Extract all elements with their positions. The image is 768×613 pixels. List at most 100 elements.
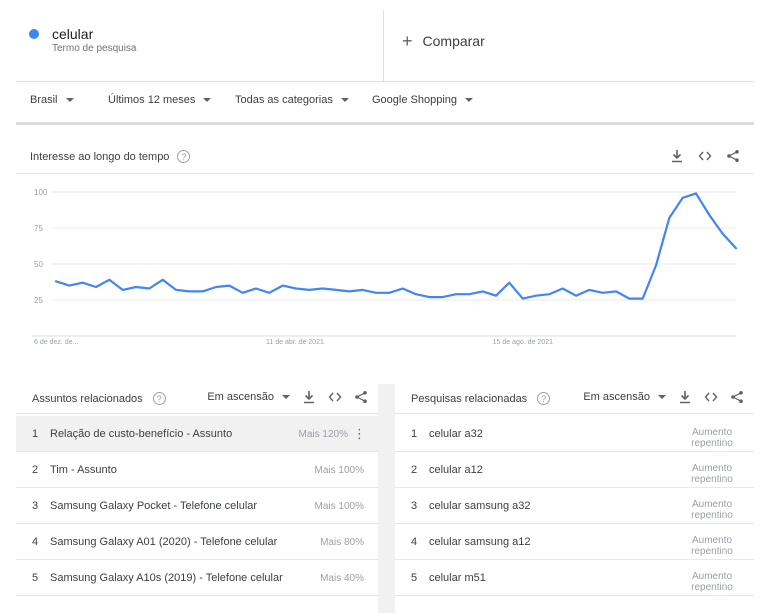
caret-down-icon — [203, 98, 212, 102]
compare-label: Comparar — [422, 33, 485, 49]
item-label: Relação de custo-benefício - Assunto — [50, 428, 233, 440]
queries-mode-label: Em ascensão — [583, 391, 650, 403]
list-item[interactable]: 4 celular samsung a12 Aumento repentino — [395, 524, 754, 560]
help-icon[interactable]: ? — [177, 150, 191, 163]
more-vert-icon[interactable]: ⋮ — [353, 427, 366, 440]
term-subtitle: Termo de pesquisa — [52, 43, 137, 54]
caret-down-icon — [282, 395, 290, 399]
caret-down-icon — [65, 98, 74, 102]
queries-mode-dropdown[interactable]: Em ascensão — [583, 391, 666, 403]
item-value: Mais 100% — [314, 501, 364, 512]
embed-icon[interactable] — [698, 149, 712, 163]
interest-title-wrap: Interesse ao longo do tempo ? — [30, 150, 191, 163]
item-value: Mais 120% — [298, 429, 348, 440]
search-term-bar: celular Termo de pesquisa + Comparar — [16, 10, 754, 82]
filter-category-label: Todas as categorias — [235, 94, 333, 106]
item-value-line2: repentino — [691, 474, 733, 485]
related-topics-title: Assuntos relacionados — [32, 392, 143, 405]
list-item[interactable]: 1 Relação de custo-benefício - Assunto M… — [16, 416, 378, 452]
caret-down-icon — [658, 395, 666, 399]
item-label: celular m51 — [429, 572, 486, 584]
plus-icon: + — [402, 31, 413, 51]
related-queries-controls: Em ascensão — [583, 390, 744, 404]
list-item[interactable]: 5 Samsung Galaxy A10s (2019) - Telefone … — [16, 560, 378, 596]
list-item[interactable]: 1 celular a32 Aumento repentino — [395, 416, 754, 452]
related-queries-title: Pesquisas relacionadas — [411, 392, 528, 405]
item-rank: 1 — [32, 428, 39, 440]
interest-line-chart: 100 75 50 25 6 de dez. de... 11 de abr. de 20… — [32, 188, 738, 346]
search-term-card[interactable]: celular Termo de pesquisa — [16, 10, 384, 82]
list-item[interactable]: 4 Samsung Galaxy A01 (2020) - Telefone c… — [16, 524, 378, 560]
item-value-line1: Aumento — [691, 535, 733, 546]
embed-icon[interactable] — [328, 390, 342, 404]
item-label: Tim - Assunto — [50, 464, 117, 476]
list-item[interactable]: 3 Samsung Galaxy Pocket - Telefone celul… — [16, 488, 378, 524]
item-value-line2: repentino — [691, 438, 733, 449]
item-label: celular a32 — [429, 428, 483, 440]
help-icon[interactable]: ? — [152, 392, 166, 405]
item-value: Aumento repentino — [682, 571, 742, 593]
item-label: celular a12 — [429, 464, 483, 476]
y-tick-label: 100 — [34, 188, 48, 197]
filter-region[interactable]: Brasil — [30, 94, 74, 106]
item-rank: 2 — [32, 464, 39, 476]
item-value-line1: Aumento — [691, 463, 733, 474]
item-rank: 1 — [411, 428, 418, 440]
item-value-line2: repentino — [691, 582, 733, 593]
share-icon[interactable] — [730, 390, 744, 404]
item-value: Aumento repentino — [682, 427, 742, 449]
share-icon[interactable] — [726, 149, 740, 163]
share-icon[interactable] — [354, 390, 368, 404]
item-rank: 3 — [32, 500, 39, 512]
topics-mode-label: Em ascensão — [207, 391, 274, 403]
item-label: Samsung Galaxy A01 (2020) - Telefone cel… — [50, 536, 278, 548]
filter-period-label: Últimos 12 meses — [108, 94, 196, 106]
download-icon[interactable] — [302, 390, 316, 404]
item-value: Aumento repentino — [682, 535, 742, 557]
help-icon[interactable]: ? — [537, 392, 551, 405]
compare-button[interactable]: + Comparar — [402, 32, 485, 50]
related-queries-title-wrap: Pesquisas relacionadas ? — [411, 392, 551, 405]
item-value-line1: Aumento — [691, 499, 733, 510]
filter-category[interactable]: Todas as categorias — [235, 94, 349, 106]
download-icon[interactable] — [678, 390, 692, 404]
y-tick-label: 25 — [34, 296, 43, 305]
list-item[interactable]: 2 Tim - Assunto Mais 100% — [16, 452, 378, 488]
item-rank: 4 — [411, 536, 418, 548]
item-value-line2: repentino — [691, 510, 733, 521]
caret-down-icon — [465, 98, 474, 102]
item-label: celular samsung a32 — [429, 500, 531, 512]
series-line-celular — [54, 192, 738, 300]
filter-search-type[interactable]: Google Shopping — [372, 94, 474, 106]
item-value: Mais 40% — [320, 573, 364, 584]
panel-gap — [378, 384, 395, 613]
download-icon[interactable] — [670, 149, 684, 163]
item-rank: 5 — [411, 572, 418, 584]
filter-period[interactable]: Últimos 12 meses — [108, 94, 212, 106]
item-value: Aumento repentino — [682, 463, 742, 485]
interest-actions — [670, 149, 740, 163]
item-value-line2: repentino — [691, 546, 733, 557]
embed-icon[interactable] — [704, 390, 718, 404]
item-label: Samsung Galaxy A10s (2019) - Telefone ce… — [50, 572, 283, 584]
item-label: celular samsung a12 — [429, 536, 531, 548]
item-value-line1: Aumento — [691, 571, 733, 582]
y-tick-label: 75 — [34, 224, 43, 233]
interest-header: Interesse ao longo do tempo ? — [16, 140, 754, 174]
item-rank: 5 — [32, 572, 39, 584]
interest-title: Interesse ao longo do tempo — [30, 150, 170, 163]
list-item[interactable]: 5 celular m51 Aumento repentino — [395, 560, 754, 596]
item-rank: 4 — [32, 536, 39, 548]
related-queries-header: Pesquisas relacionadas ? Em ascensão — [395, 384, 754, 414]
list-item[interactable]: 3 celular samsung a32 Aumento repentino — [395, 488, 754, 524]
topics-mode-dropdown[interactable]: Em ascensão — [207, 391, 290, 403]
related-topics-controls: Em ascensão — [207, 390, 368, 404]
item-rank: 3 — [411, 500, 418, 512]
related-queries-panel: Pesquisas relacionadas ? Em ascensão 1 c… — [395, 384, 754, 613]
term-color-dot — [29, 29, 39, 39]
item-rank: 2 — [411, 464, 418, 476]
list-item[interactable]: 2 celular a12 Aumento repentino — [395, 452, 754, 488]
term-name: celular — [52, 26, 94, 42]
x-tick-label: 6 de dez. de... — [34, 339, 78, 346]
item-label: Samsung Galaxy Pocket - Telefone celular — [50, 500, 258, 512]
